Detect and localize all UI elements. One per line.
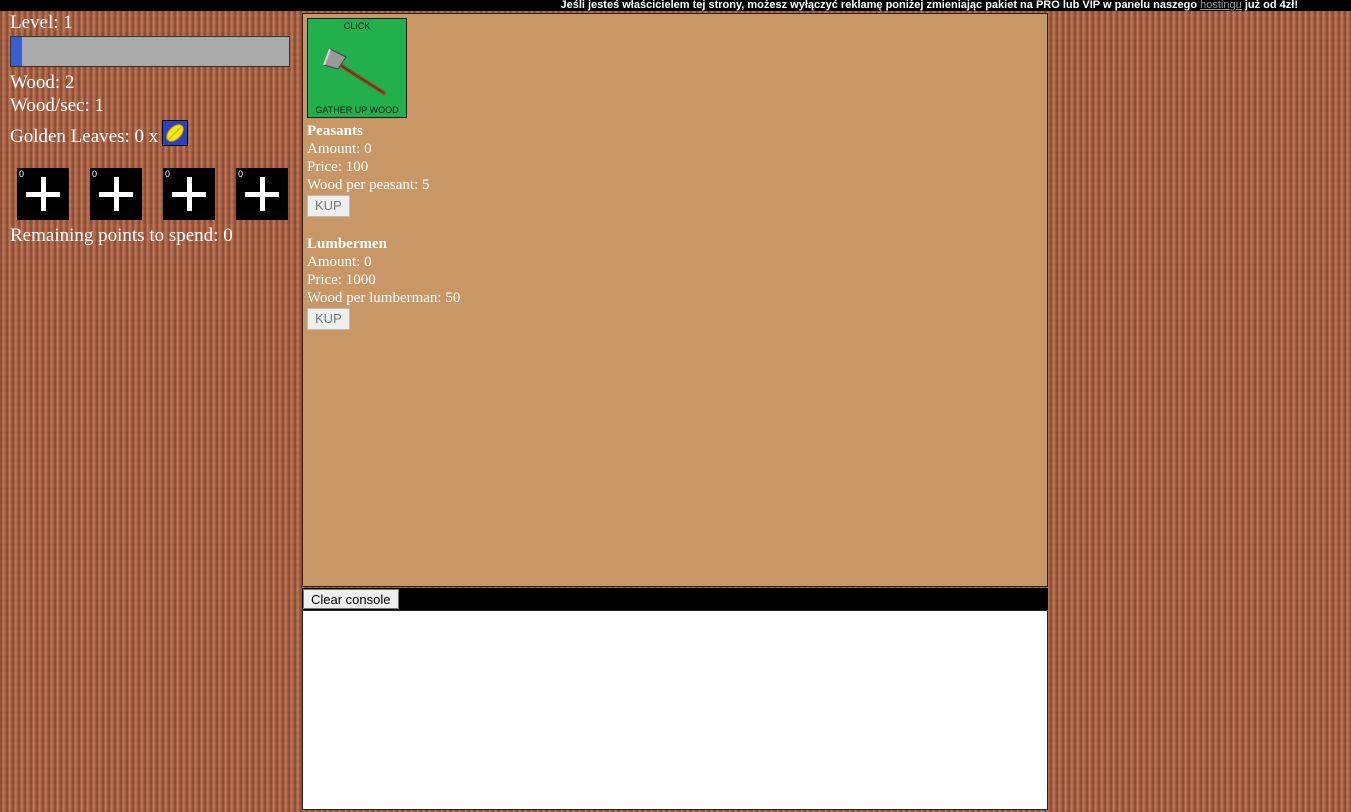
level-progress-bar <box>10 36 290 67</box>
skill-slots: 0 0 0 0 <box>10 168 292 220</box>
skill-count: 0 <box>19 169 25 179</box>
skill-count: 0 <box>165 169 171 179</box>
lumbermen-price: Price: 1000 <box>307 272 376 288</box>
remaining-points: Remaining points to spend: 0 <box>10 225 233 246</box>
golden-leaf-icon <box>162 120 189 146</box>
skill-slot-4[interactable]: 0 <box>236 168 288 220</box>
clear-console-button[interactable]: Clear console <box>303 589 399 609</box>
main-panel: CLICK GATHER UP WOOD Peasants Amount: 0 … <box>302 13 1048 587</box>
ad-text-after: już od 4zł! <box>1241 0 1298 11</box>
stats-panel: Level: 1 Wood: 2 Wood/sec: 1 Golden Leav… <box>10 11 292 247</box>
lumbermen-section: Lumbermen Amount: 0 Price: 1000 Wood per… <box>307 235 460 330</box>
buy-peasant-button[interactable]: KUP <box>307 195 350 217</box>
peasants-price: Price: 100 <box>307 159 369 175</box>
gather-label: GATHER UP WOOD <box>315 105 399 115</box>
gather-wood-button[interactable]: CLICK GATHER UP WOOD <box>307 18 407 118</box>
level-progress-fill <box>11 37 23 66</box>
lumbermen-amount: Amount: 0 <box>307 254 372 270</box>
click-label: CLICK <box>343 21 371 31</box>
axe-icon <box>323 48 386 95</box>
skill-slot-3[interactable]: 0 <box>163 168 215 220</box>
ad-text: Jeśli jesteś właścicielem tej strony, mo… <box>560 0 1298 11</box>
skill-slot-1[interactable]: 0 <box>17 168 69 220</box>
level-label: Level: 1 <box>10 12 73 33</box>
peasants-section: Peasants Amount: 0 Price: 100 Wood per p… <box>307 122 460 217</box>
ad-banner: Jeśli jesteś właścicielem tej strony, mo… <box>0 0 1351 11</box>
golden-leaves-label: Golden Leaves: 0 x <box>10 126 159 147</box>
peasants-yield: Wood per peasant: 5 <box>307 177 430 193</box>
peasants-title: Peasants <box>307 123 363 139</box>
console-toolbar: Clear console <box>302 588 1048 610</box>
ad-text-before: Jeśli jesteś właścicielem tej strony, mo… <box>560 0 1201 11</box>
lumbermen-title: Lumbermen <box>307 236 387 252</box>
lumbermen-yield: Wood per lumberman: 50 <box>307 290 461 306</box>
buy-lumberman-button[interactable]: KUP <box>307 308 350 330</box>
golden-leaves-row: Golden Leaves: 0 x <box>10 120 292 150</box>
skill-count: 0 <box>238 169 244 179</box>
skill-slot-2[interactable]: 0 <box>90 168 142 220</box>
skill-count: 0 <box>92 169 98 179</box>
shop: Peasants Amount: 0 Price: 100 Wood per p… <box>307 122 460 348</box>
wood-per-sec: Wood/sec: 1 <box>10 95 104 116</box>
console-output[interactable] <box>302 610 1048 810</box>
peasants-amount: Amount: 0 <box>307 141 372 157</box>
wood-count: Wood: 2 <box>10 72 75 93</box>
hosting-link[interactable]: hostingu <box>1200 0 1242 11</box>
